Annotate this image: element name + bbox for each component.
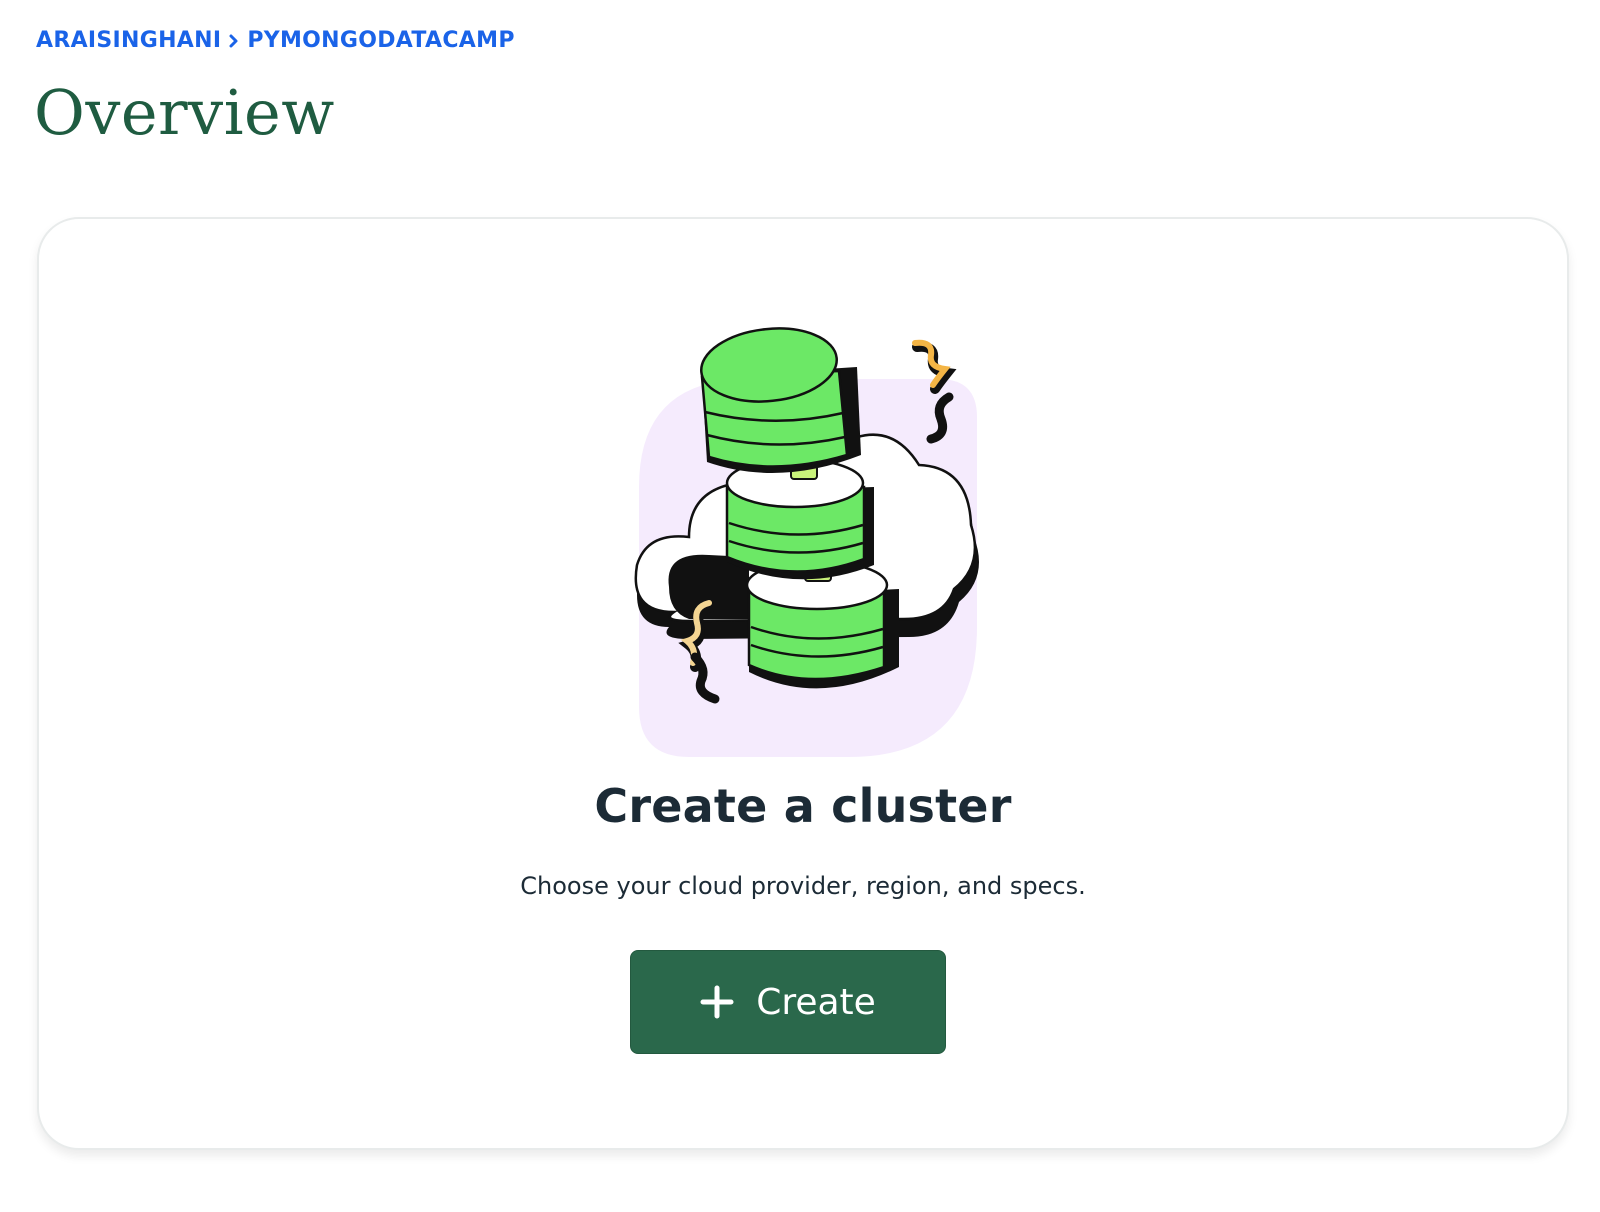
plus-icon bbox=[700, 985, 734, 1019]
cylinder-bottom bbox=[745, 559, 899, 689]
card-heading: Create a cluster bbox=[594, 779, 1012, 833]
create-cluster-card: Create a cluster Choose your cloud provi… bbox=[37, 217, 1569, 1150]
card-description: Choose your cloud provider, region, and … bbox=[520, 872, 1086, 900]
breadcrumb: ARAISINGHANI PYMONGODATACAMP bbox=[36, 28, 515, 53]
cylinder-middle bbox=[725, 457, 874, 580]
cylinder-top bbox=[700, 327, 861, 473]
breadcrumb-project[interactable]: PYMONGODATACAMP bbox=[247, 28, 514, 53]
breadcrumb-organization[interactable]: ARAISINGHANI bbox=[36, 28, 221, 53]
chevron-right-icon bbox=[227, 30, 241, 52]
create-button-label: Create bbox=[756, 981, 876, 1023]
database-cluster-cloud-illustration bbox=[634, 327, 979, 757]
overview-page: ARAISINGHANI PYMONGODATACAMP Overview Cr… bbox=[0, 0, 1600, 1212]
page-title: Overview bbox=[34, 76, 335, 149]
create-cluster-button[interactable]: Create bbox=[630, 950, 946, 1054]
